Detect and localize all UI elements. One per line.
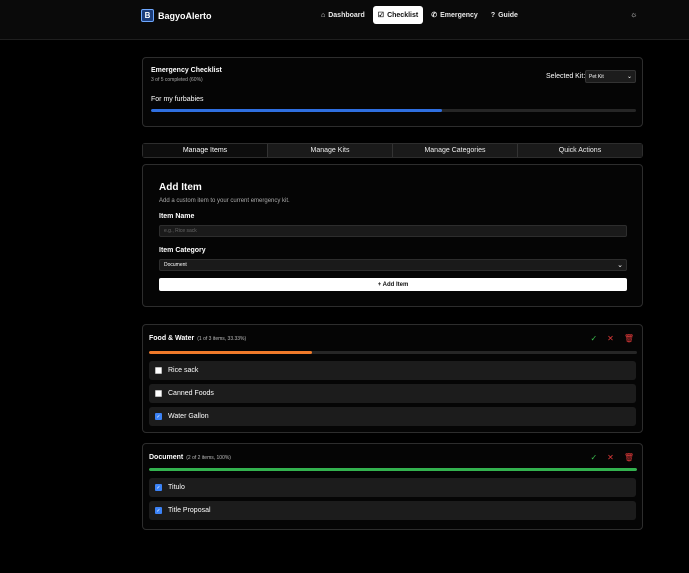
category-progress-fill	[149, 351, 312, 354]
tab-quick-actions[interactable]: Quick Actions	[518, 144, 642, 157]
item-category-value: Document	[164, 262, 187, 268]
help-icon: ?	[490, 11, 496, 19]
uncheck-all-icon[interactable]: ✕	[607, 453, 614, 462]
checklist-icon: ☑	[377, 12, 385, 19]
uncheck-all-icon[interactable]: ✕	[607, 334, 614, 343]
item-name-input[interactable]	[159, 225, 627, 237]
category-header: Document (2 of 2 items, 100%)	[149, 454, 231, 461]
category-card-food-water: Food & Water (1 of 3 items, 33.33%) ✓ ✕ …	[142, 324, 643, 433]
add-item-title: Add Item	[159, 182, 202, 193]
phone-icon: ✆	[431, 12, 438, 19]
category-card-document: Document (2 of 2 items, 100%) ✓ ✕ 🗑 ✓ Ti…	[142, 443, 643, 530]
kit-select[interactable]: Pet Kit ⌄	[585, 70, 636, 83]
list-item[interactable]: ✓ Water Gallon	[149, 407, 636, 426]
app-logo[interactable]: B BagyoAlerto	[141, 9, 212, 22]
category-progress-text: (1 of 3 items, 33.33%)	[197, 336, 247, 342]
kit-select-value: Pet Kit	[589, 73, 604, 80]
nav-label: Checklist	[387, 11, 419, 19]
category-actions: ✓ ✕ 🗑	[580, 334, 634, 343]
checklist-title: Emergency Checklist	[151, 67, 222, 74]
check-all-icon[interactable]: ✓	[590, 453, 597, 462]
category-progress-bar	[149, 351, 637, 354]
item-label: Titulo	[168, 484, 185, 491]
category-actions: ✓ ✕ 🗑	[580, 453, 634, 462]
home-icon: ⌂	[321, 11, 326, 19]
item-checkbox[interactable]: ✓	[155, 484, 162, 491]
selected-kit-label: Selected Kit:	[546, 73, 586, 80]
chevron-down-icon: ⌄	[626, 74, 632, 80]
app-name: BagyoAlerto	[158, 10, 212, 21]
list-item[interactable]: ✓ Titulo	[149, 478, 636, 497]
nav-emergency[interactable]: ✆ Emergency	[426, 6, 483, 24]
list-item[interactable]: Canned Foods	[149, 384, 636, 403]
tab-manage-categories[interactable]: Manage Categories	[393, 144, 518, 157]
category-name: Food & Water	[149, 335, 195, 342]
item-checkbox[interactable]: ✓	[155, 413, 162, 420]
overall-progress-bar	[151, 109, 636, 112]
item-label: Title Proposal	[168, 507, 211, 514]
logo-icon: B	[141, 9, 154, 22]
category-progress-text: (2 of 2 items, 100%)	[186, 455, 231, 461]
tab-manage-items[interactable]: Manage Items	[143, 144, 268, 157]
app-header: B BagyoAlerto ⌂ Dashboard ☑ Checklist ✆ …	[0, 0, 689, 40]
main-nav: ⌂ Dashboard ☑ Checklist ✆ Emergency ? Gu…	[316, 6, 526, 24]
checklist-summary-card: Emergency Checklist 3 of 5 completed (60…	[142, 57, 643, 127]
list-item[interactable]: ✓ Title Proposal	[149, 501, 636, 520]
add-item-button[interactable]: + Add Item	[159, 278, 627, 291]
item-checkbox[interactable]	[155, 367, 162, 374]
add-item-description: Add a custom item to your current emerge…	[159, 198, 290, 204]
item-label: Rice sack	[168, 367, 199, 374]
nav-guide[interactable]: ? Guide	[486, 6, 523, 24]
item-name-label: Item Name	[159, 213, 195, 220]
category-progress-fill	[149, 468, 637, 471]
overall-progress-fill	[151, 109, 442, 112]
chevron-down-icon: ⌄	[617, 262, 623, 269]
tab-manage-kits[interactable]: Manage Kits	[268, 144, 393, 157]
checklist-progress-text: 3 of 5 completed (60%)	[151, 77, 203, 83]
category-name: Document	[149, 454, 184, 461]
trash-icon[interactable]: 🗑	[624, 453, 634, 462]
item-label: Water Gallon	[168, 413, 209, 420]
item-label: Canned Foods	[168, 390, 214, 397]
manage-tabs: Manage Items Manage Kits Manage Categori…	[142, 143, 643, 158]
category-progress-bar	[149, 468, 637, 471]
item-category-label: Item Category	[159, 247, 206, 254]
nav-dashboard[interactable]: ⌂ Dashboard	[316, 6, 370, 24]
list-item[interactable]: Rice sack	[149, 361, 636, 380]
check-all-icon[interactable]: ✓	[590, 334, 597, 343]
kit-description: For my furbabies	[151, 96, 204, 103]
nav-label: Emergency	[440, 11, 478, 19]
nav-label: Guide	[498, 11, 518, 19]
item-checkbox[interactable]	[155, 390, 162, 397]
theme-toggle-icon[interactable]: ☼	[630, 10, 637, 19]
nav-checklist[interactable]: ☑ Checklist	[372, 6, 424, 24]
trash-icon[interactable]: 🗑	[624, 334, 634, 343]
category-header: Food & Water (1 of 3 items, 33.33%)	[149, 335, 246, 342]
item-category-select[interactable]: Document ⌄	[159, 259, 627, 271]
nav-label: Dashboard	[328, 11, 365, 19]
item-checkbox[interactable]: ✓	[155, 507, 162, 514]
add-item-card: Add Item Add a custom item to your curre…	[142, 164, 643, 307]
